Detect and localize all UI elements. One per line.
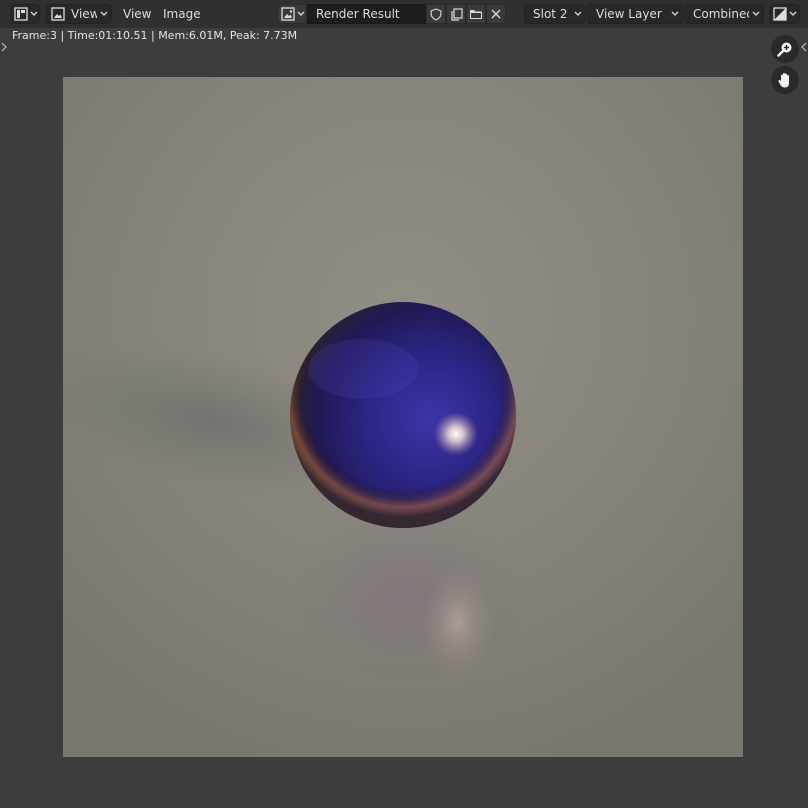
new-image-button[interactable] [446, 4, 466, 24]
slot-dropdown[interactable]: Slot 2 [524, 4, 586, 24]
display-channels-dropdown[interactable] [769, 4, 800, 24]
image-editor-icon [14, 7, 28, 21]
chevron-down-icon [749, 11, 763, 17]
open-image-button[interactable] [466, 4, 486, 24]
fake-user-button[interactable] [426, 4, 446, 24]
image-icon [50, 7, 66, 21]
image-editor: View View Image Render Result Slot 2 Vie… [0, 0, 808, 808]
unlink-image-button[interactable] [486, 4, 506, 24]
editor-header: View View Image Render Result Slot 2 Vie… [0, 0, 808, 28]
chevron-down-icon [295, 11, 306, 17]
zoom-icon [777, 41, 793, 57]
render-image [63, 77, 743, 757]
slot-label: Slot 2 [533, 7, 568, 21]
render-info-text: Frame:3 | Time:01:10.51 | Mem:6.01M, Pea… [12, 29, 298, 42]
image-browse-dropdown[interactable] [277, 4, 307, 24]
view-layer-dropdown[interactable]: View Layer [587, 4, 683, 24]
chevron-down-icon [97, 11, 111, 17]
folder-icon [469, 8, 483, 20]
render-pass-dropdown[interactable]: Combined [684, 4, 764, 24]
view-layer-label: View Layer [596, 7, 662, 21]
image-name-label: Render Result [316, 7, 400, 21]
chevron-left-icon [801, 42, 807, 52]
pan-button[interactable] [771, 66, 799, 94]
view-mode-label: View [71, 7, 97, 21]
shield-icon [430, 7, 442, 21]
view-mode-dropdown[interactable]: View [46, 4, 112, 24]
menu-view[interactable]: View [117, 4, 157, 24]
display-channels-icon [773, 7, 787, 21]
chevron-down-icon [668, 11, 682, 17]
chevron-right-icon [1, 42, 7, 52]
toolbar-toggle[interactable] [0, 40, 8, 54]
chevron-down-icon [571, 11, 585, 17]
chevron-down-icon [787, 11, 799, 17]
render-result-image[interactable] [63, 77, 743, 757]
editor-type-dropdown[interactable] [10, 4, 40, 24]
menu-image[interactable]: Image [157, 4, 207, 24]
hand-icon [777, 72, 793, 89]
render-pass-label: Combined [693, 7, 749, 21]
image-name-field[interactable]: Render Result [307, 4, 427, 24]
image-browse-icon [281, 7, 295, 21]
close-icon [491, 9, 501, 19]
zoom-button[interactable] [771, 35, 799, 63]
sidebar-toggle[interactable] [800, 40, 808, 54]
chevron-down-icon [28, 11, 39, 17]
duplicate-icon [450, 7, 463, 21]
